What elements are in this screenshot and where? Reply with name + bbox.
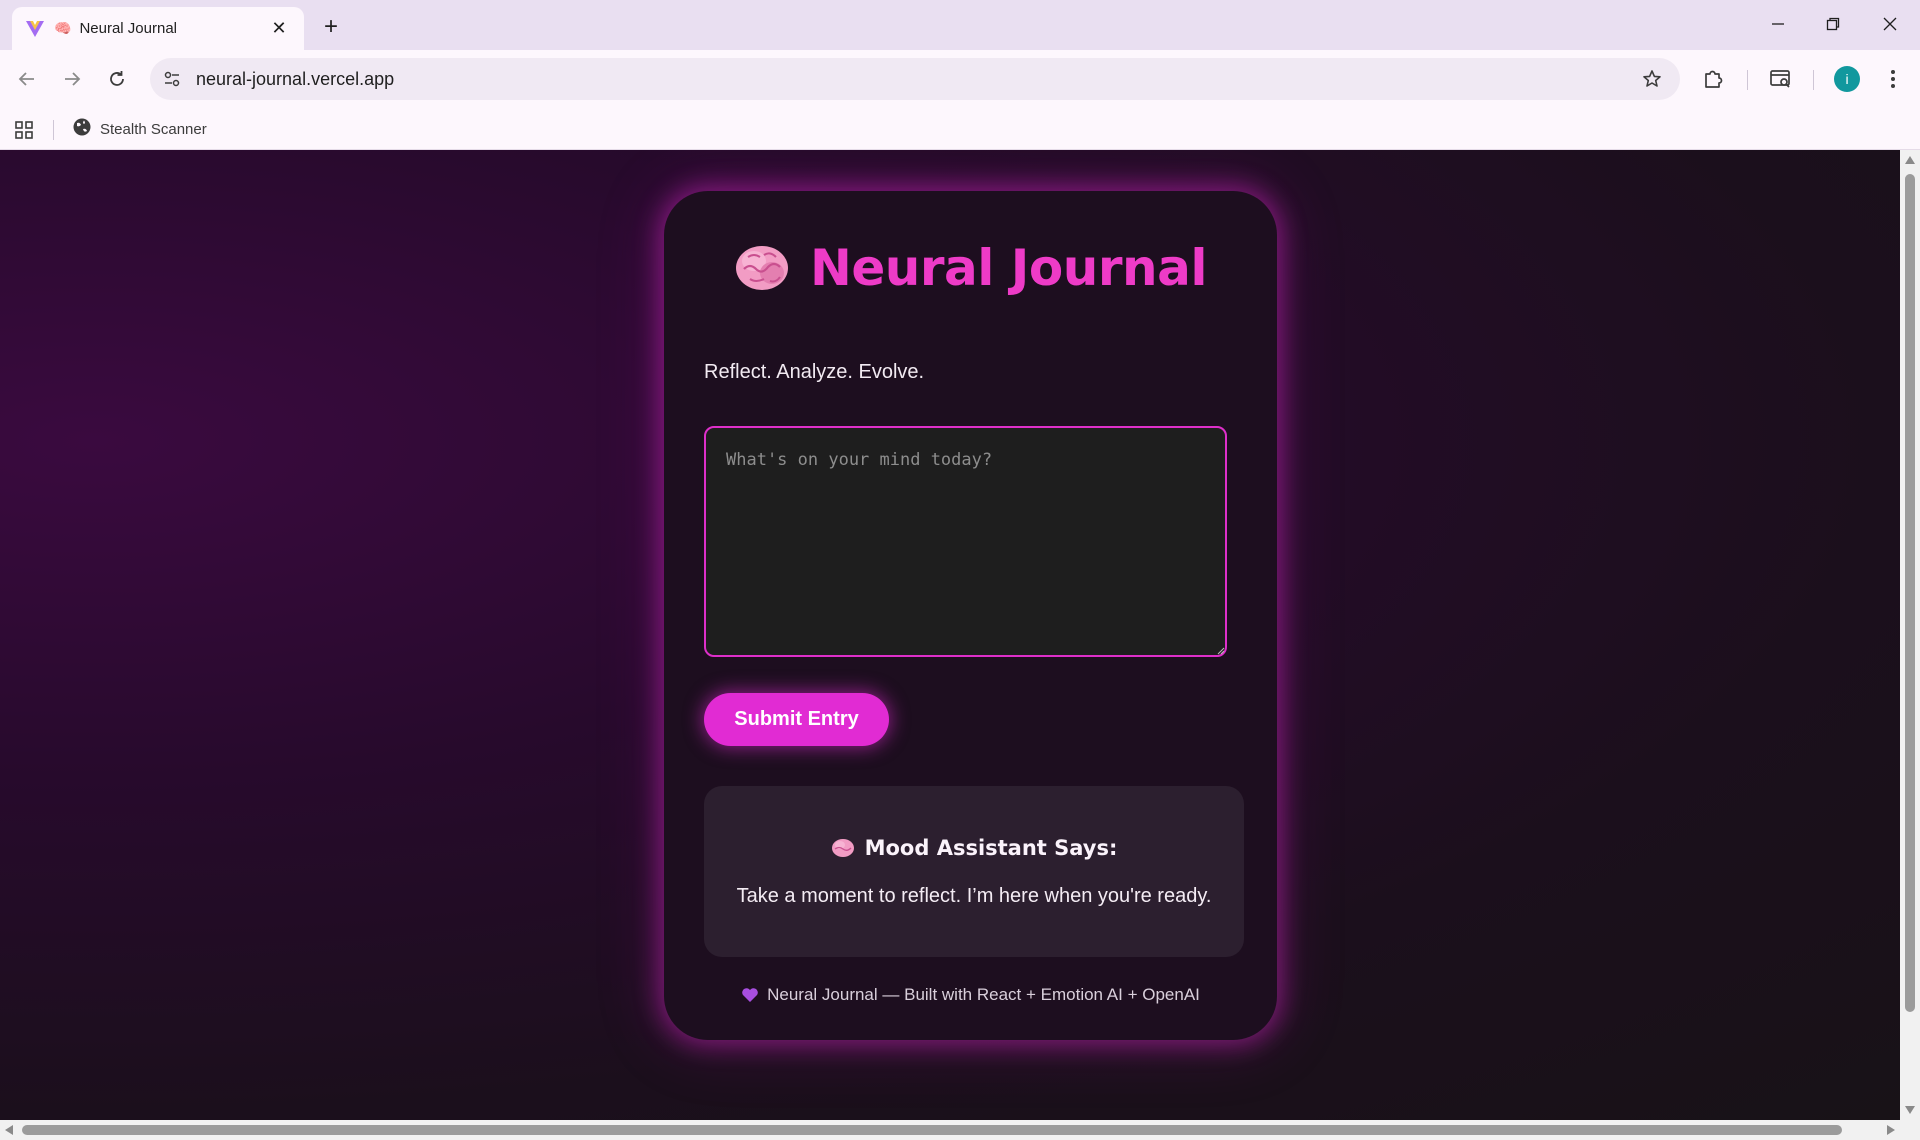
scroll-right-arrow-icon[interactable] xyxy=(1886,1124,1896,1136)
horizontal-scrollbar[interactable] xyxy=(0,1120,1920,1140)
journal-card: Neural Journal Reflect. Analyze. Evolve.… xyxy=(664,191,1277,1040)
close-tab-icon[interactable]: ✕ xyxy=(266,16,292,42)
bookmark-stealth-scanner[interactable]: Stealth Scanner xyxy=(72,116,207,142)
purple-heart-icon xyxy=(742,988,758,1002)
vertical-scroll-thumb[interactable] xyxy=(1905,174,1915,1012)
apps-grid-icon[interactable] xyxy=(12,118,36,142)
forward-arrow-icon[interactable] xyxy=(55,62,89,96)
scroll-left-arrow-icon[interactable] xyxy=(4,1124,14,1136)
brain-emoji-icon: 🧠 xyxy=(54,20,72,36)
url-text[interactable]: neural-journal.vercel.app xyxy=(196,69,1634,90)
extensions-puzzle-icon[interactable] xyxy=(1696,62,1730,96)
bookmarks-bar: Stealth Scanner xyxy=(0,108,1920,150)
brain-icon xyxy=(736,246,788,290)
assistant-message: Take a moment to reflect. I’m here when … xyxy=(736,885,1212,907)
bookmark-star-icon[interactable] xyxy=(1634,61,1670,97)
tab-strip: 🧠 Neural Journal ✕ + xyxy=(0,0,1920,50)
journal-entry-input[interactable] xyxy=(704,426,1227,657)
browser-toolbar: neural-journal.vercel.app xyxy=(0,50,1920,108)
new-tab-button[interactable]: + xyxy=(316,12,346,42)
reload-icon[interactable] xyxy=(100,62,134,96)
browser-tab[interactable]: 🧠 Neural Journal ✕ xyxy=(12,7,304,50)
resize-grip-icon[interactable] xyxy=(1216,646,1225,655)
toolbar-divider xyxy=(1813,70,1814,90)
vertical-scrollbar[interactable] xyxy=(1900,150,1920,1120)
tagline: Reflect. Analyze. Evolve. xyxy=(704,361,925,383)
page-viewport: Neural Journal Reflect. Analyze. Evolve.… xyxy=(0,150,1900,1120)
site-info-icon[interactable] xyxy=(154,61,190,97)
minimize-icon[interactable] xyxy=(1758,6,1798,42)
back-arrow-icon[interactable] xyxy=(10,62,44,96)
submit-entry-button[interactable]: Submit Entry xyxy=(704,693,889,746)
page-header: Neural Journal xyxy=(664,239,1277,297)
globe-icon xyxy=(72,117,92,142)
footer-text: Neural Journal — Built with React + Emot… xyxy=(767,985,1200,1004)
scroll-down-arrow-icon[interactable] xyxy=(1904,1105,1916,1115)
brain-icon xyxy=(831,839,854,857)
bookmark-label: Stealth Scanner xyxy=(100,120,207,138)
address-bar[interactable]: neural-journal.vercel.app xyxy=(150,58,1680,100)
restore-icon[interactable] xyxy=(1813,6,1853,42)
page-footer: Neural Journal — Built with React + Emot… xyxy=(664,985,1277,1005)
page-title: Neural Journal xyxy=(810,239,1207,297)
tab-title: Neural Journal xyxy=(79,20,177,37)
profile-avatar[interactable]: i xyxy=(1834,66,1860,92)
tab-search-icon[interactable] xyxy=(1764,62,1798,96)
close-window-icon[interactable] xyxy=(1870,6,1910,42)
assistant-title: Mood Assistant Says: xyxy=(864,836,1118,860)
assistant-header: Mood Assistant Says: xyxy=(704,836,1244,860)
more-menu-icon[interactable] xyxy=(1876,62,1910,96)
bookmarks-divider xyxy=(53,120,54,140)
vercel-favicon-icon xyxy=(24,18,46,40)
mood-assistant-panel: Mood Assistant Says: Take a moment to re… xyxy=(704,786,1244,957)
horizontal-scroll-thumb[interactable] xyxy=(22,1125,1842,1135)
toolbar-divider xyxy=(1747,70,1748,90)
scroll-up-arrow-icon[interactable] xyxy=(1904,155,1916,165)
